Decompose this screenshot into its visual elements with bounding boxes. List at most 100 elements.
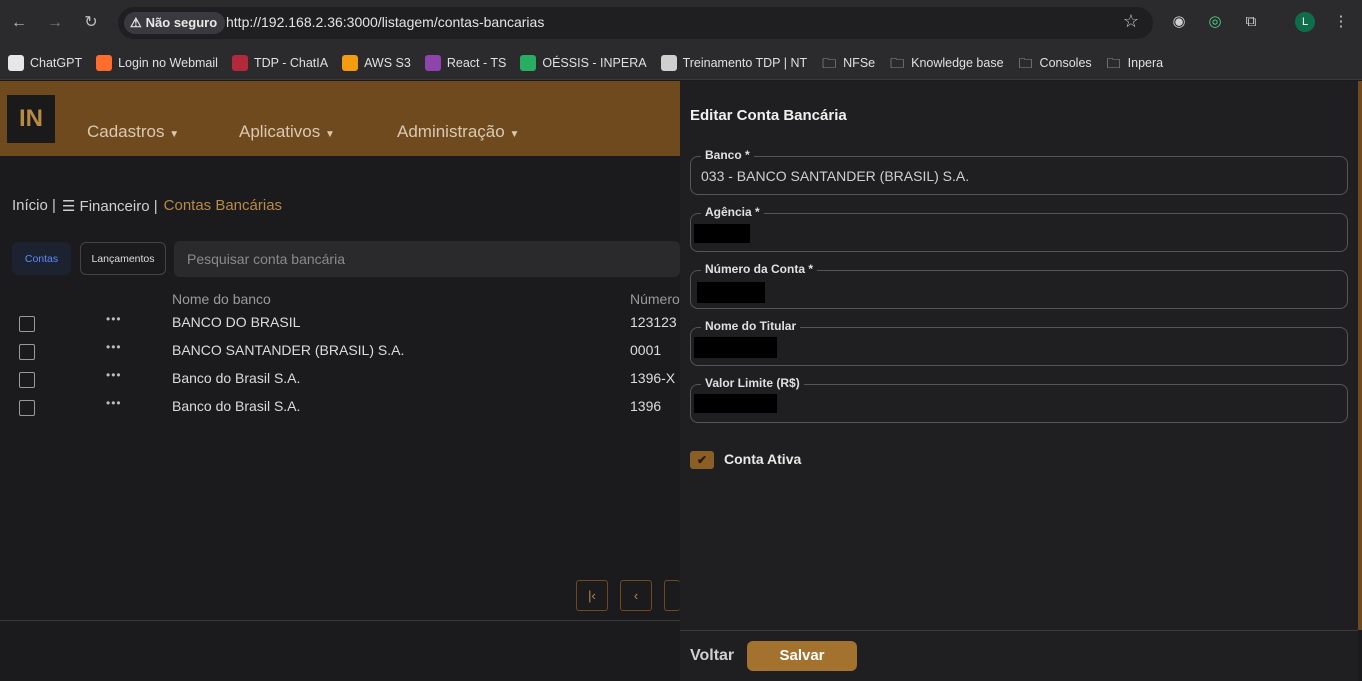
drawer-title: Editar Conta Bancária bbox=[690, 107, 847, 124]
bookmark-label: ChatGPT bbox=[30, 55, 83, 70]
bank-name-cell: Banco do Brasil S.A. bbox=[172, 398, 301, 414]
salvar-button[interactable]: Salvar bbox=[747, 641, 857, 671]
row-checkbox[interactable] bbox=[19, 344, 35, 360]
table-row[interactable]: ••• Banco do Brasil S.A. 1396-X bbox=[0, 365, 680, 393]
breadcrumb-current: Contas Bancárias bbox=[163, 197, 283, 214]
bank-name-cell: Banco do Brasil S.A. bbox=[172, 370, 301, 386]
bookmark-item[interactable]: OÉSSIS - INPERA bbox=[520, 54, 647, 71]
account-number-cell: 1396-X bbox=[630, 370, 676, 386]
folder-icon: 🗀 bbox=[822, 54, 837, 71]
limite-label: Valor Limite (R$) bbox=[701, 376, 804, 390]
row-menu-icon[interactable]: ••• bbox=[106, 396, 122, 410]
bookmark-item[interactable]: Treinamento TDP | NT bbox=[660, 54, 808, 71]
bookmark-label: TDP - ChatIA bbox=[253, 55, 329, 70]
bookmark-favicon-icon bbox=[424, 54, 441, 71]
conta-ativa-checkbox[interactable]: ✔ bbox=[690, 451, 714, 469]
row-checkbox[interactable] bbox=[19, 372, 35, 388]
row-checkbox[interactable] bbox=[19, 400, 35, 416]
bookmark-label: React - TS bbox=[446, 55, 507, 70]
bookmark-favicon-icon bbox=[520, 54, 537, 71]
caret-down-icon: ▼ bbox=[325, 129, 335, 140]
bookmark-item[interactable]: Login no Webmail bbox=[96, 54, 218, 71]
extensions-puzzle-icon[interactable]: ⧉ bbox=[1240, 11, 1262, 33]
bookmark-label: Inpera bbox=[1127, 55, 1164, 70]
bookmark-label: Consoles bbox=[1039, 55, 1092, 70]
banco-label: Banco * bbox=[701, 148, 754, 162]
bank-name-cell: BANCO DO BRASIL bbox=[172, 314, 301, 330]
tab-contas[interactable]: Contas bbox=[12, 242, 71, 275]
table-row[interactable]: ••• Banco do Brasil S.A. 1396 bbox=[0, 393, 680, 421]
bookmark-label: Treinamento TDP | NT bbox=[682, 55, 808, 70]
forward-arrow-icon[interactable]: → bbox=[43, 11, 67, 35]
drawer-scrollbar[interactable] bbox=[1358, 81, 1362, 630]
numero-conta-field[interactable]: Número da Conta * bbox=[690, 262, 1348, 309]
bookmark-item[interactable]: TDP - ChatIA bbox=[231, 54, 329, 71]
prev-page-button[interactable]: ‹ bbox=[620, 580, 652, 611]
security-label: Não seguro bbox=[145, 15, 218, 30]
table-row[interactable]: ••• BANCO SANTANDER (BRASIL) S.A. 0001 bbox=[0, 337, 680, 365]
breadcrumb-home[interactable]: Início | bbox=[12, 197, 56, 215]
bookmark-favicon-icon bbox=[231, 54, 248, 71]
bookmark-star-icon[interactable]: ☆ bbox=[1123, 11, 1139, 32]
footer-divider bbox=[680, 630, 1358, 631]
search-input[interactable]: Pesquisar conta bancária bbox=[174, 241, 680, 277]
menu-aplicativos[interactable]: Aplicativos ▼ bbox=[239, 122, 335, 142]
url-text[interactable]: http://192.168.2.36:3000/listagem/contas… bbox=[226, 14, 544, 30]
row-menu-icon[interactable]: ••• bbox=[106, 312, 122, 326]
bookmark-item[interactable]: React - TS bbox=[424, 54, 507, 71]
extension-glasses-icon[interactable]: ◉ bbox=[1168, 11, 1190, 33]
bookmark-item[interactable]: 🗀 Consoles bbox=[1018, 55, 1092, 71]
edit-drawer: Editar Conta Bancária Banco * 033 - BANC… bbox=[680, 81, 1358, 681]
account-number-cell: 1396 bbox=[630, 398, 662, 414]
header-bank[interactable]: Nome do banco bbox=[172, 291, 271, 307]
conta-ativa-label[interactable]: Conta Ativa bbox=[724, 451, 801, 467]
agencia-field[interactable]: Agência * bbox=[690, 205, 1348, 252]
bookmark-favicon-icon bbox=[8, 54, 24, 71]
banco-field[interactable]: Banco * 033 - BANCO SANTANDER (BRASIL) S… bbox=[690, 148, 1348, 195]
row-menu-icon[interactable]: ••• bbox=[106, 368, 122, 382]
bookmark-favicon-icon bbox=[342, 54, 359, 71]
bookmark-favicon-icon bbox=[96, 54, 113, 71]
back-arrow-icon[interactable]: ← bbox=[7, 11, 31, 35]
voltar-button[interactable]: Voltar bbox=[690, 647, 734, 665]
profile-avatar[interactable]: L bbox=[1295, 12, 1315, 32]
bookmark-label: Login no Webmail bbox=[118, 55, 218, 70]
row-menu-icon[interactable]: ••• bbox=[106, 340, 122, 354]
app-header: IN Cadastros ▼ Aplicativos ▼ Administraç… bbox=[0, 81, 680, 156]
security-chip[interactable]: ⚠ Não seguro bbox=[124, 12, 226, 34]
address-bar[interactable]: ⚠ Não seguro http://192.168.2.36:3000/li… bbox=[118, 7, 1153, 39]
divider bbox=[0, 620, 680, 621]
bookmark-item[interactable]: AWS S3 bbox=[342, 54, 411, 71]
folder-icon: 🗀 bbox=[1018, 54, 1033, 71]
first-page-button[interactable]: |‹ bbox=[576, 580, 608, 611]
header-number[interactable]: Número bbox=[630, 291, 680, 307]
bookmark-item[interactable]: ChatGPT bbox=[8, 54, 83, 71]
reload-icon[interactable]: ↻ bbox=[79, 11, 103, 35]
banco-value[interactable]: 033 - BANCO SANTANDER (BRASIL) S.A. bbox=[701, 168, 969, 184]
bookmark-item[interactable]: 🗀 Knowledge base bbox=[889, 55, 1003, 71]
extension-ring-icon[interactable]: ◎ bbox=[1204, 11, 1226, 33]
redacted-value bbox=[697, 282, 765, 303]
browser-menu-icon[interactable]: ⋮ bbox=[1330, 11, 1352, 33]
breadcrumb: Início | ☰ Financeiro | Contas Bancárias bbox=[12, 197, 282, 215]
inpera-logo[interactable]: IN bbox=[7, 95, 55, 143]
agencia-label: Agência * bbox=[701, 205, 764, 219]
limite-field[interactable]: Valor Limite (R$) bbox=[690, 376, 1348, 423]
breadcrumb-financeiro[interactable]: ☰ Financeiro | bbox=[62, 197, 158, 215]
next-page-button[interactable] bbox=[664, 580, 680, 611]
redacted-value bbox=[694, 224, 750, 243]
menu-administracao[interactable]: Administração ▼ bbox=[397, 122, 519, 142]
bookmark-label: AWS S3 bbox=[364, 55, 411, 70]
bookmark-label: Knowledge base bbox=[911, 55, 1004, 70]
menu-cadastros[interactable]: Cadastros ▼ bbox=[87, 122, 179, 142]
bookmark-favicon-icon bbox=[660, 54, 677, 71]
redacted-value bbox=[694, 337, 777, 358]
bookmark-item[interactable]: 🗀 NFSe bbox=[821, 55, 875, 71]
bookmark-item[interactable]: 🗀 Inpera bbox=[1106, 55, 1163, 71]
titular-field[interactable]: Nome do Titular bbox=[690, 319, 1348, 366]
row-checkbox[interactable] bbox=[19, 316, 35, 332]
account-number-cell: 123123 bbox=[630, 314, 677, 330]
table-row[interactable]: ••• BANCO DO BRASIL 123123 bbox=[0, 309, 680, 337]
folder-icon: 🗀 bbox=[1106, 54, 1121, 71]
tab-lancamentos[interactable]: Lançamentos bbox=[80, 242, 166, 275]
